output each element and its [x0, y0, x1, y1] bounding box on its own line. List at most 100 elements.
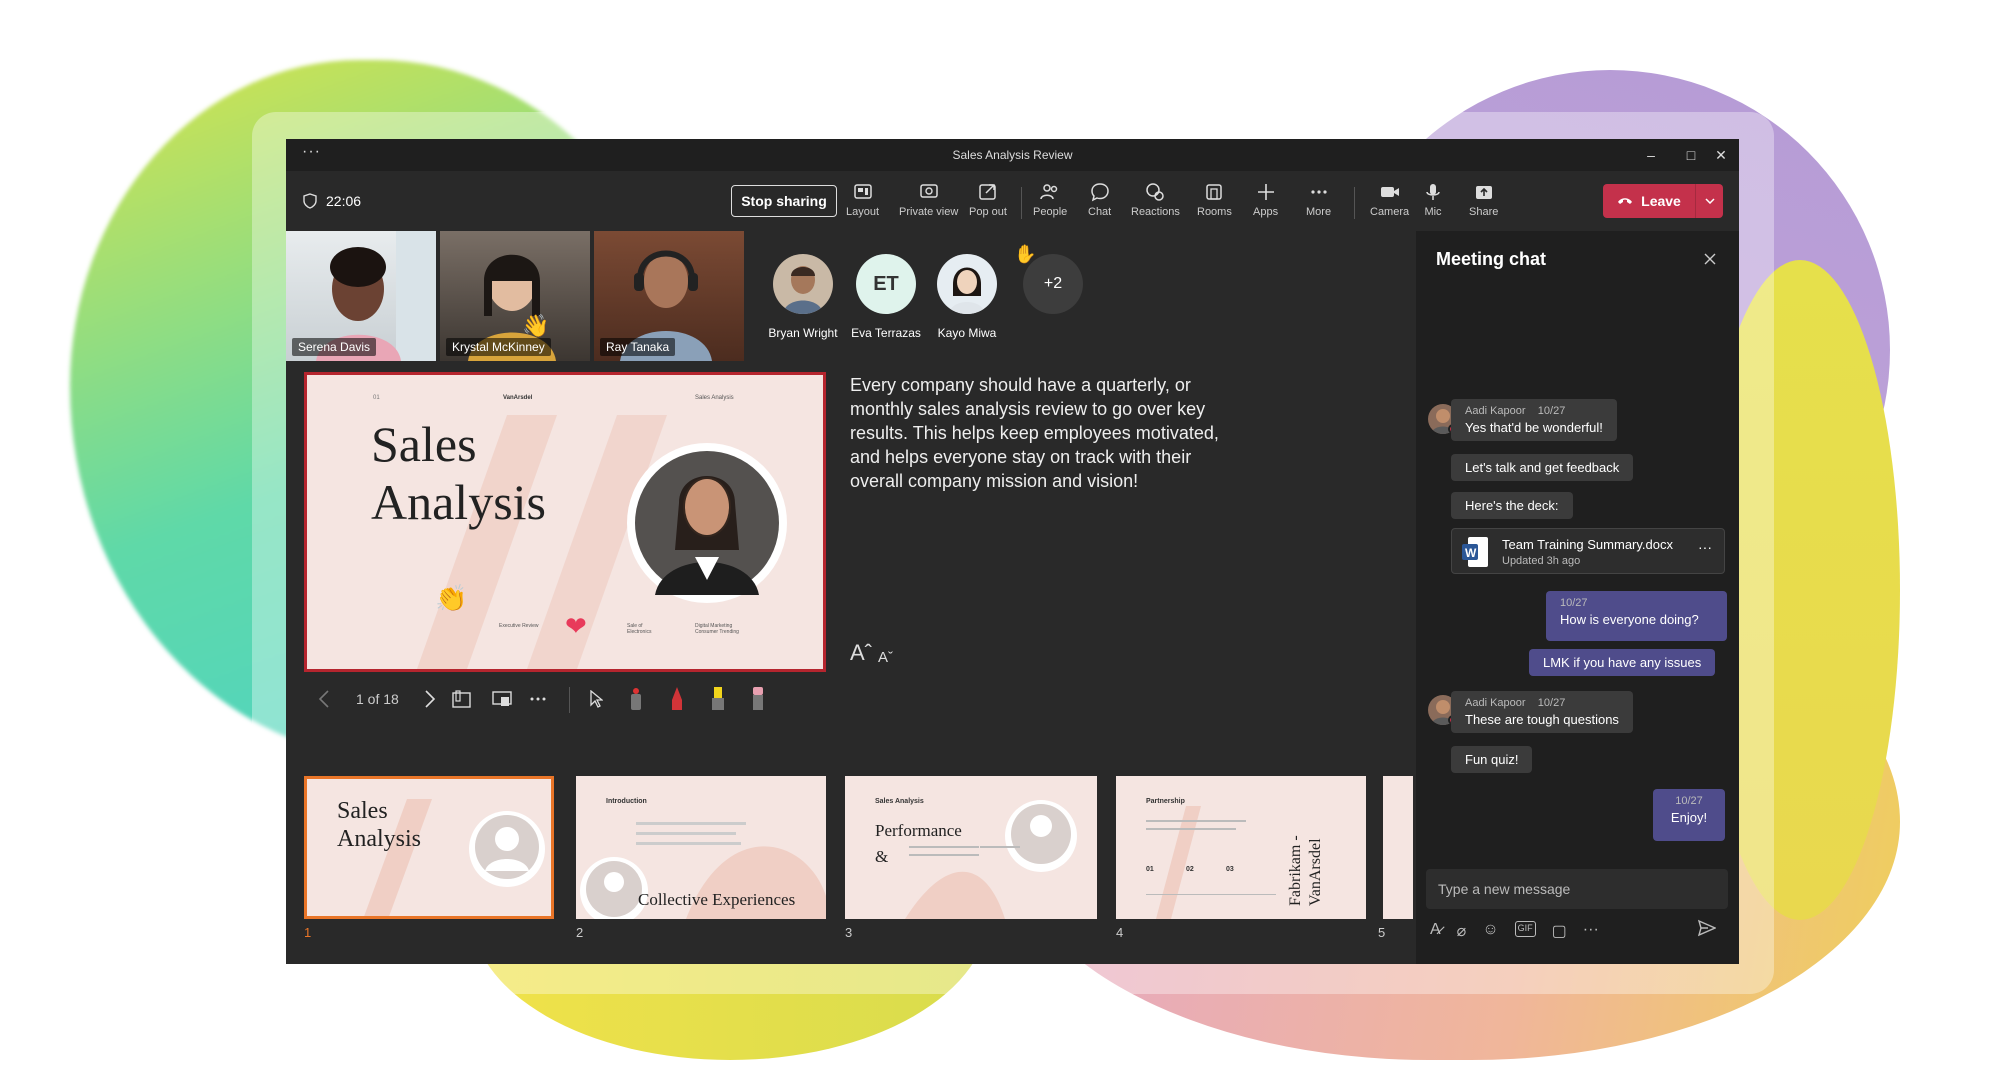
participant-name: Serena Davis: [292, 338, 377, 356]
more-icon: [1310, 190, 1327, 194]
font-size-controls: Aˆ Aˇ: [850, 640, 893, 666]
participant-overflow[interactable]: +2 ✋: [998, 244, 1108, 314]
close-window-button[interactable]: ✕: [1701, 139, 1739, 171]
apps-button[interactable]: Apps: [1253, 181, 1278, 218]
camera-button[interactable]: Camera: [1370, 181, 1409, 218]
eraser-tool-button[interactable]: [744, 684, 772, 714]
window-title: Sales Analysis Review: [952, 148, 1073, 162]
stop-sharing-button[interactable]: Stop sharing: [731, 185, 837, 217]
sticker-icon[interactable]: ▢: [1552, 921, 1567, 941]
leave-main[interactable]: Leave: [1603, 184, 1695, 218]
emoji-icon[interactable]: ☺: [1482, 921, 1498, 941]
leave-options-chevron[interactable]: [1695, 184, 1723, 218]
video-tile-ray[interactable]: Ray Tanaka: [594, 231, 744, 361]
send-button[interactable]: [1697, 919, 1717, 942]
layout-button[interactable]: Layout: [846, 181, 879, 218]
pen-tool-button[interactable]: [663, 684, 691, 714]
slide-more-button[interactable]: [524, 684, 552, 714]
thumb-title-line-2: VanArsdel: [1307, 838, 1324, 906]
chat-message[interactable]: Aadi Kapoor 10/27 These are tough questi…: [1451, 691, 1633, 733]
mic-icon: [1426, 184, 1440, 200]
more-button[interactable]: More: [1306, 181, 1331, 218]
chat-message[interactable]: Fun quiz!: [1451, 746, 1533, 773]
thumb-stat-1: 01: [1146, 866, 1154, 873]
chat-message-input[interactable]: Type a new message: [1426, 869, 1728, 909]
video-tile-serena[interactable]: Serena Davis: [286, 231, 436, 361]
slide-thumbnail-2[interactable]: Introduction Collective Experiences: [576, 776, 826, 919]
slide-header-right: Sales Analysis: [695, 395, 734, 401]
file-more-button[interactable]: ···: [1698, 539, 1712, 555]
rooms-button[interactable]: Rooms: [1197, 181, 1232, 218]
share-button[interactable]: Share: [1469, 181, 1498, 218]
avatar: [937, 254, 997, 314]
slide-title-line-1: Sales: [371, 416, 477, 472]
chat-message[interactable]: Aadi Kapoor 10/27 Yes that'd be wonderfu…: [1451, 399, 1617, 441]
pop-out-button[interactable]: Pop out: [969, 181, 1007, 218]
message-time: 10/27: [1675, 795, 1703, 807]
message-text: How is everyone doing?: [1560, 612, 1699, 627]
message-time: 10/27: [1537, 697, 1566, 709]
clap-reaction-icon: 👏: [435, 583, 468, 613]
send-icon: [1697, 919, 1717, 937]
chat-message-self[interactable]: 10/27 Enjoy!: [1653, 789, 1725, 841]
rooms-icon: [1206, 184, 1223, 200]
highlighter-tool-button[interactable]: [704, 684, 732, 714]
chat-message-self[interactable]: 10/27 How is everyone doing?: [1546, 591, 1727, 641]
control-divider: [569, 687, 570, 713]
decrease-font-button[interactable]: Aˇ: [878, 649, 893, 666]
slide-notes: Every company should have a quarterly, o…: [850, 375, 1219, 491]
slide-thumbnail-4[interactable]: Partnership 01 02 03 Fabrikam - VanArsde…: [1116, 776, 1366, 919]
camera-label: Camera: [1370, 206, 1410, 218]
slide-grid-button[interactable]: [448, 684, 476, 714]
private-view-button[interactable]: Private view: [899, 181, 958, 218]
slide-thumbnail-5[interactable]: [1383, 776, 1413, 919]
previous-slide-button[interactable]: [310, 684, 338, 714]
avatar: [773, 254, 833, 314]
apps-icon: [1257, 184, 1274, 200]
next-slide-button[interactable]: [416, 684, 444, 714]
chat-message-self[interactable]: LMK if you have any issues: [1529, 649, 1716, 676]
reactions-button[interactable]: Reactions: [1131, 181, 1180, 218]
chat-message[interactable]: Here's the deck:: [1451, 492, 1573, 519]
participant-name: Krystal McKinney: [446, 338, 551, 356]
message-meta: Aadi Kapoor 10/27: [1465, 697, 1619, 709]
layout-icon: [853, 184, 872, 199]
more-options-icon[interactable]: ···: [1583, 921, 1599, 941]
laser-pointer-button[interactable]: [622, 684, 650, 714]
format-icon[interactable]: A̷: [1430, 921, 1441, 941]
rooms-label: Rooms: [1197, 206, 1232, 218]
chat-button[interactable]: Chat: [1088, 181, 1111, 218]
file-attachment[interactable]: W Team Training Summary.docx Updated 3h …: [1451, 528, 1725, 574]
reactions-icon: [1146, 183, 1165, 201]
people-button[interactable]: People: [1033, 181, 1067, 218]
close-chat-button[interactable]: [1700, 249, 1720, 269]
background-stage: ··· Sales Analysis Review – □ ✕ 22:06 St…: [0, 0, 2000, 1091]
slide-thumbnail-1[interactable]: Sales Analysis: [304, 776, 554, 919]
private-view-icon: [919, 184, 938, 198]
red-pen-icon: [672, 687, 682, 710]
minimize-button[interactable]: –: [1631, 139, 1671, 171]
presenter-view-button[interactable]: [488, 684, 516, 714]
increase-font-button[interactable]: Aˆ: [850, 640, 872, 666]
message-time: 10/27: [1560, 597, 1588, 609]
chat-message[interactable]: Let's talk and get feedback: [1451, 454, 1634, 481]
slide-thumbnail-3[interactable]: Sales Analysis Performance &: [845, 776, 1097, 919]
participant-name: Bryan Wright: [768, 326, 838, 340]
share-label: Share: [1469, 206, 1499, 218]
video-tile-krystal[interactable]: 👋 Krystal McKinney: [440, 231, 590, 361]
slide-foot-3: Digital Marketing Consumer Trending: [695, 623, 739, 635]
pointer-tool-button[interactable]: [582, 684, 610, 714]
window-menu-button[interactable]: ···: [302, 143, 321, 161]
thumb-title-line-1: Performance: [875, 821, 962, 840]
raised-hand-icon: ✋: [1014, 244, 1037, 264]
mic-button[interactable]: Mic: [1422, 181, 1444, 218]
chat-label: Chat: [1088, 206, 1112, 218]
gif-icon[interactable]: GIF: [1514, 921, 1536, 937]
thumb-title-vertical: Fabrikam - VanArsdel: [1286, 835, 1326, 906]
pop-out-label: Pop out: [969, 206, 1007, 218]
leave-button[interactable]: Leave: [1603, 184, 1723, 218]
eraser-icon: [753, 687, 763, 710]
attach-icon[interactable]: ⌀: [1457, 921, 1467, 941]
more-icon: [530, 697, 546, 701]
compose-toolbar: A̷ ⌀ ☺ GIF ▢ ···: [1430, 921, 1599, 941]
